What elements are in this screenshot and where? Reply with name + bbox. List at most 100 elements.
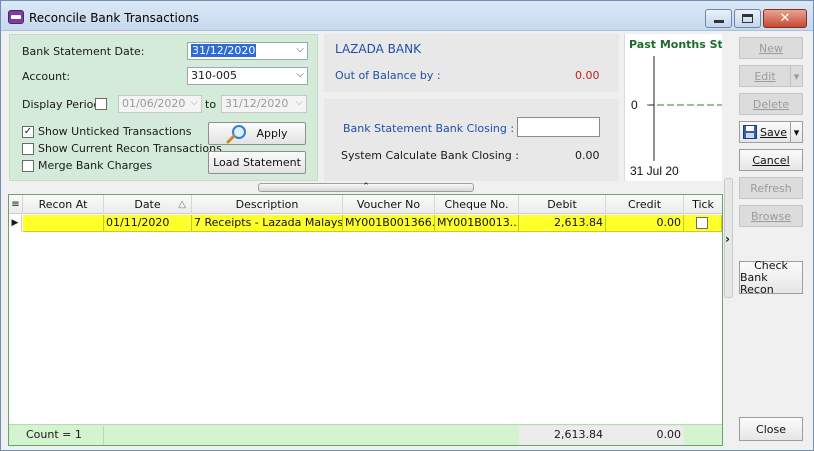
- system-closing-label: System Calculate Bank Closing :: [341, 149, 519, 162]
- load-statement-button[interactable]: Load Statement: [208, 151, 306, 174]
- merge-bank-charges-checkbox[interactable]: [22, 160, 34, 172]
- save-button[interactable]: Save: [739, 121, 791, 143]
- edit-button[interactable]: Edit: [739, 65, 791, 87]
- cancel-label: Cancel: [752, 153, 790, 167]
- grid-header: ≡ Recon At Date △ Description Voucher No…: [9, 195, 722, 214]
- col-debit[interactable]: Debit: [519, 195, 606, 214]
- account-label: Account:: [22, 70, 71, 83]
- minimize-button[interactable]: [705, 9, 732, 28]
- grid-footer: Count = 1 2,613.84 0.00: [9, 424, 722, 445]
- chevron-down-icon[interactable]: ⌵: [295, 97, 303, 108]
- out-of-balance-value: 0.00: [575, 69, 600, 82]
- col-recon-at[interactable]: Recon At: [23, 195, 104, 214]
- footer-credit-total: 0.00: [606, 426, 684, 445]
- table-row[interactable]: ▶ 01/11/2020 7 Receipts - Lazada Malaysi…: [9, 215, 722, 232]
- col-date[interactable]: Date △: [104, 195, 192, 214]
- browse-button[interactable]: Browse: [739, 205, 803, 227]
- title-bar: Reconcile Bank Transactions ✕: [1, 1, 813, 31]
- cell-voucher-no[interactable]: MY001B001366...: [343, 215, 435, 232]
- app-icon: [8, 10, 24, 24]
- sort-ascending-icon: △: [178, 199, 186, 210]
- cell-cheque-no[interactable]: MY001B0013...: [435, 215, 519, 232]
- row-pointer-icon: ▶: [9, 215, 22, 232]
- edit-label: Edit: [754, 69, 776, 83]
- period-to-picker[interactable]: 31/12/2020 ⌵: [221, 95, 307, 113]
- col-date-label: Date: [134, 198, 161, 211]
- statement-closing-label: Bank Statement Bank Closing :: [343, 122, 515, 135]
- window-title: Reconcile Bank Transactions: [29, 11, 200, 25]
- statement-date-picker[interactable]: 31/12/2020 ⌵: [187, 42, 308, 60]
- side-expand-arrow-icon[interactable]: ›: [725, 232, 730, 246]
- period-from-value: 01/06/2020: [122, 97, 186, 110]
- chevron-down-icon: ▾: [793, 125, 800, 139]
- panel-splitter[interactable]: ⌃: [258, 183, 474, 192]
- show-current-recon-checkbox[interactable]: [22, 143, 34, 155]
- delete-label: Delete: [752, 97, 790, 111]
- check-bank-recon-label-line2: Bank Recon: [740, 270, 774, 296]
- col-credit[interactable]: Credit: [606, 195, 684, 214]
- chevron-down-icon[interactable]: ⌵: [190, 97, 198, 108]
- close-label: Close: [756, 422, 786, 436]
- bank-name: LAZADA BANK: [335, 42, 421, 56]
- statement-date-value: 31/12/2020: [191, 44, 257, 57]
- col-voucher-no[interactable]: Voucher No: [343, 195, 435, 214]
- new-button[interactable]: New: [739, 37, 803, 59]
- statement-closing-input[interactable]: [517, 117, 600, 137]
- col-tick[interactable]: Tick: [684, 195, 722, 214]
- cell-tick[interactable]: [684, 215, 722, 232]
- maximize-button[interactable]: [734, 9, 761, 28]
- bank-closing-panel: Bank Statement Bank Closing : System Cal…: [324, 99, 619, 181]
- apply-button[interactable]: Apply: [208, 122, 306, 145]
- edit-dropdown-button[interactable]: ▾: [790, 65, 803, 87]
- check-bank-recon-button[interactable]: Check Bank Recon: [739, 258, 803, 296]
- bank-summary-panel: LAZADA BANK Out of Balance by : 0.00: [324, 34, 619, 92]
- save-label: Save: [759, 125, 787, 139]
- chevron-down-icon: ▾: [793, 69, 800, 83]
- display-period-checkbox[interactable]: [95, 98, 107, 110]
- cell-credit[interactable]: 0.00: [606, 215, 684, 232]
- chevron-down-icon[interactable]: ⌵: [296, 44, 304, 55]
- show-unticked-label: Show Unticked Transactions: [38, 125, 192, 138]
- close-button[interactable]: Close: [739, 417, 803, 441]
- reconcile-window: Reconcile Bank Transactions ✕ Bank State…: [0, 0, 814, 451]
- cell-description[interactable]: 7 Receipts - Lazada Malaysia...: [192, 215, 343, 232]
- browse-label: Browse: [750, 209, 792, 223]
- footer-debit-total: 2,613.84: [519, 426, 606, 445]
- account-select[interactable]: 310-005 ⌵: [187, 67, 308, 85]
- chevron-up-icon: ⌃: [362, 182, 370, 192]
- transactions-grid: ≡ Recon At Date △ Description Voucher No…: [8, 194, 723, 446]
- out-of-balance-label: Out of Balance by :: [335, 69, 441, 82]
- load-statement-label: Load Statement: [213, 156, 301, 169]
- cell-recon-at[interactable]: [23, 215, 104, 232]
- grid-menu-icon[interactable]: ≡: [9, 195, 23, 214]
- apply-label: Apply: [256, 127, 288, 140]
- merge-bank-charges-label: Merge Bank Charges: [38, 159, 153, 172]
- col-description[interactable]: Description: [192, 195, 343, 214]
- check-bank-recon-label-line1: Check: [754, 258, 788, 272]
- x-tick-label: 31 Jul 20: [630, 164, 679, 178]
- period-from-picker[interactable]: 01/06/2020 ⌵: [118, 95, 202, 113]
- minimize-icon: [713, 20, 724, 23]
- col-cheque-no[interactable]: Cheque No.: [435, 195, 519, 214]
- display-period-label: Display Period: [22, 98, 101, 111]
- period-to-value: 31/12/2020: [225, 97, 289, 110]
- maximize-icon: [742, 14, 753, 23]
- filter-panel: Bank Statement Date: 31/12/2020 ⌵ Accoun…: [9, 34, 318, 181]
- chevron-down-icon[interactable]: ⌵: [296, 69, 304, 80]
- cell-debit[interactable]: 2,613.84: [519, 215, 606, 232]
- statement-date-label: Bank Statement Date:: [22, 45, 145, 58]
- footer-count: Count = 1: [23, 426, 104, 445]
- show-unticked-checkbox[interactable]: ✓: [22, 126, 34, 138]
- refresh-label: Refresh: [750, 181, 792, 195]
- y-tick-label: 0: [631, 98, 638, 112]
- close-window-button[interactable]: ✕: [763, 9, 807, 28]
- save-dropdown-button[interactable]: ▾: [790, 121, 803, 143]
- cell-date[interactable]: 01/11/2020: [104, 215, 192, 232]
- period-to-label: to: [205, 98, 217, 111]
- delete-button[interactable]: Delete: [739, 93, 803, 115]
- close-icon: ✕: [779, 11, 791, 26]
- cancel-button[interactable]: Cancel: [739, 149, 803, 171]
- magnifier-icon: [226, 124, 247, 143]
- tick-checkbox[interactable]: [696, 217, 708, 229]
- refresh-button[interactable]: Refresh: [739, 177, 803, 199]
